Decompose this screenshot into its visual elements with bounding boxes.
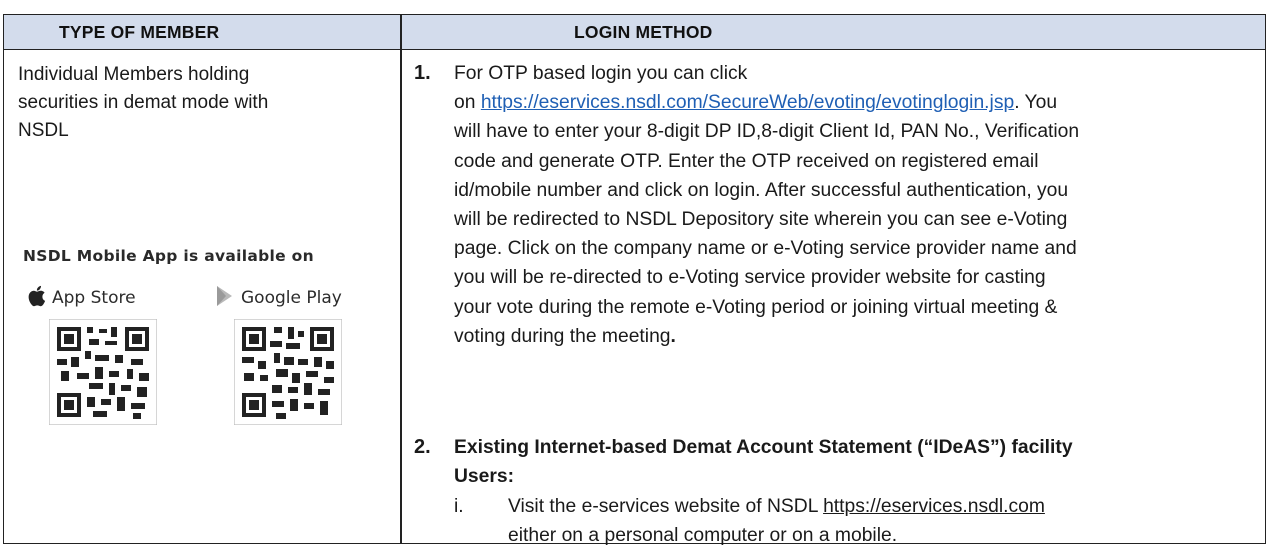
step-2-sub-line: either on a personal computer or on a mo… bbox=[508, 525, 898, 547]
step-1-line: you will be re-directed to e-Voting serv… bbox=[454, 267, 1046, 289]
step-1-line: For OTP based login you can click bbox=[454, 63, 748, 84]
member-type-line-2: securities in demat mode with bbox=[18, 92, 269, 113]
apple-logo-icon bbox=[26, 284, 46, 313]
member-type-line-1: Individual Members holding bbox=[18, 64, 250, 85]
step-1-line: code and generate OTP. Enter the OTP rec… bbox=[454, 150, 1039, 172]
step-1-line-last: voting during the meeting. bbox=[454, 322, 1254, 351]
step-1-line: will be redirected to NSDL Depository si… bbox=[454, 209, 1068, 231]
step-1-line: id/mobile number and click on login. Aft… bbox=[454, 179, 1069, 201]
step-1-number: 1. bbox=[414, 62, 431, 84]
google-play-label: Google Play bbox=[241, 288, 342, 308]
step-2-title: Existing Internet-based Demat Account St… bbox=[454, 433, 1254, 491]
mobile-app-title: NSDL Mobile App is available on bbox=[23, 247, 314, 265]
google-play-badge[interactable]: Google Play bbox=[215, 285, 342, 311]
member-type-cell: Individual Members holding securities in… bbox=[18, 61, 388, 145]
app-store-label: App Store bbox=[52, 288, 136, 308]
step-1-link-suffix: . You bbox=[1014, 92, 1058, 114]
step-2-sub-text: Visit the e-services website of NSDL htt… bbox=[508, 492, 1268, 550]
app-store-badge[interactable]: App Store bbox=[26, 285, 136, 311]
app-store-qr-code bbox=[48, 318, 158, 426]
google-play-qr-code bbox=[233, 318, 343, 426]
step-2-title-line: Existing Internet-based Demat Account St… bbox=[454, 437, 1073, 458]
step-2-sub-number: i. bbox=[454, 496, 464, 517]
step-2-sub-line: Visit the e-services website of NSDL htt… bbox=[508, 492, 1268, 521]
column-divider bbox=[400, 15, 402, 543]
step-2-title-line: Users: bbox=[454, 466, 515, 488]
evoting-login-table: TYPE OF MEMBER LOGIN METHOD Individual M… bbox=[3, 14, 1266, 546]
eservices-link[interactable]: https://eservices.nsdl.com bbox=[823, 496, 1045, 517]
step-1-line: your vote during the remote e-Voting per… bbox=[454, 296, 1058, 318]
step-1-line: page. Click on the company name or e-Vot… bbox=[454, 238, 1077, 260]
evoting-login-link[interactable]: https://eservices.nsdl.com/SecureWeb/evo… bbox=[481, 92, 1014, 113]
google-play-icon bbox=[215, 285, 235, 312]
step-1-last-punct: . bbox=[670, 325, 676, 347]
header-type-of-member: TYPE OF MEMBER bbox=[59, 22, 220, 42]
step-1-line-link: on https://eservices.nsdl.com/SecureWeb/… bbox=[454, 88, 1254, 117]
step-1-last-text: voting during the meeting bbox=[454, 325, 671, 347]
step-1-link-prefix: on bbox=[454, 92, 481, 114]
step-2-number: 2. bbox=[414, 436, 431, 458]
table-header: TYPE OF MEMBER LOGIN METHOD bbox=[4, 15, 1265, 50]
member-type-line-3: NSDL bbox=[18, 120, 69, 141]
header-login-method: LOGIN METHOD bbox=[574, 22, 713, 42]
step-1-text: For OTP based login you can click on htt… bbox=[454, 59, 1254, 351]
step-2-sub-prefix: Visit the e-services website of NSDL bbox=[508, 496, 824, 517]
step-1-line: will have to enter your 8-digit DP ID,8-… bbox=[454, 121, 1080, 143]
